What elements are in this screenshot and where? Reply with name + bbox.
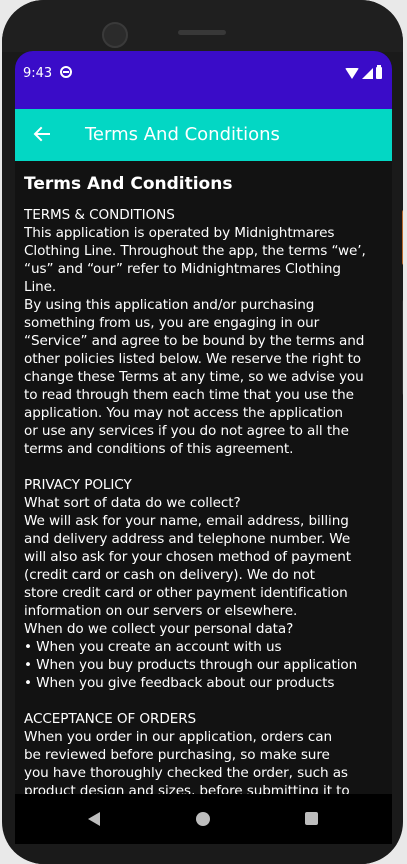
terms-text-line: application. You may not access the appl… (24, 405, 343, 421)
status-time: 9:43 (23, 66, 53, 81)
terms-text-line: • When you buy products through our appl… (24, 657, 358, 673)
nav-recents-icon[interactable] (305, 812, 318, 825)
terms-text-line: other policies listed below. We reserve … (24, 351, 362, 367)
terms-text-line: When you order in our application, order… (24, 729, 332, 745)
phone-top-bezel (2, 0, 403, 52)
terms-text-line: and delivery address and telephone numbe… (24, 531, 351, 547)
earpiece-speaker (178, 30, 226, 35)
battery-icon (376, 65, 382, 79)
terms-text-line: store credit card or other payment ident… (24, 585, 348, 601)
terms-text-line: When do we collect your personal data? (24, 621, 294, 637)
phone-bottom-bezel (2, 844, 403, 864)
app-bar-title: Terms And Conditions (85, 124, 280, 145)
terms-text-line: “Service” and agree to be bound by the t… (24, 333, 365, 349)
terms-text-line: • When you create an account with us (24, 639, 282, 655)
do-not-disturb-icon (60, 66, 72, 78)
wifi-icon (345, 67, 359, 79)
terms-text-line: (credit card or cash on delivery). We do… (24, 567, 315, 583)
volume-button (402, 300, 403, 395)
terms-body-text: TERMS & CONDITIONS This application is op… (24, 206, 386, 800)
terms-content[interactable]: Terms And Conditions TERMS & CONDITIONS T… (24, 161, 386, 845)
terms-text-line: Line. (24, 279, 57, 295)
phone-device: 9:43 Terms And Conditions Terms And Cond… (2, 0, 403, 864)
status-icons (345, 65, 382, 80)
back-button[interactable] (29, 121, 55, 147)
nav-home-icon[interactable] (196, 812, 210, 826)
terms-text-line: to read through them each time that you … (24, 387, 354, 403)
screen: 9:43 Terms And Conditions Terms And Cond… (15, 51, 392, 845)
terms-text-line: information on our servers or elsewhere. (24, 603, 298, 619)
terms-text-line: you have thoroughly checked the order, s… (24, 765, 348, 781)
terms-text-line: TERMS & CONDITIONS (24, 207, 175, 223)
page-title: Terms And Conditions (24, 174, 233, 194)
terms-text-line: or use any services if you do not agree … (24, 423, 349, 439)
terms-text-line: Clothing Line. Throughout the app, the t… (24, 243, 366, 259)
terms-text-line: “us” and “our” refer to Midnightmares Cl… (24, 261, 341, 277)
terms-text-line: something from us, you are engaging in o… (24, 315, 320, 331)
terms-text-line: be reviewed before purchasing, so make s… (24, 747, 330, 763)
terms-text-line: • When you give feedback about our produ… (24, 675, 335, 691)
terms-text-line: will also ask for your chosen method of … (24, 549, 351, 565)
power-button (402, 210, 403, 265)
app-bar: Terms And Conditions (15, 109, 392, 161)
terms-text-line: What sort of data do we collect? (24, 495, 241, 511)
terms-text-line: ACCEPTANCE OF ORDERS (24, 711, 197, 727)
status-bar: 9:43 (15, 51, 392, 109)
front-camera-icon (102, 22, 128, 48)
navigation-bar (15, 794, 392, 844)
terms-text-line: This application is operated by Midnight… (24, 225, 335, 241)
arrow-left-icon (33, 126, 50, 142)
terms-text-line: change these Terms at any time, so we ad… (24, 369, 364, 385)
terms-text-line: We will ask for your name, email address… (24, 513, 349, 529)
terms-text-line: By using this application and/or purchas… (24, 297, 315, 313)
terms-text-line: terms and conditions of this agreement. (24, 441, 294, 457)
signal-icon (362, 67, 373, 79)
terms-text-line: PRIVACY POLICY (24, 477, 132, 493)
nav-back-icon[interactable] (88, 812, 100, 826)
